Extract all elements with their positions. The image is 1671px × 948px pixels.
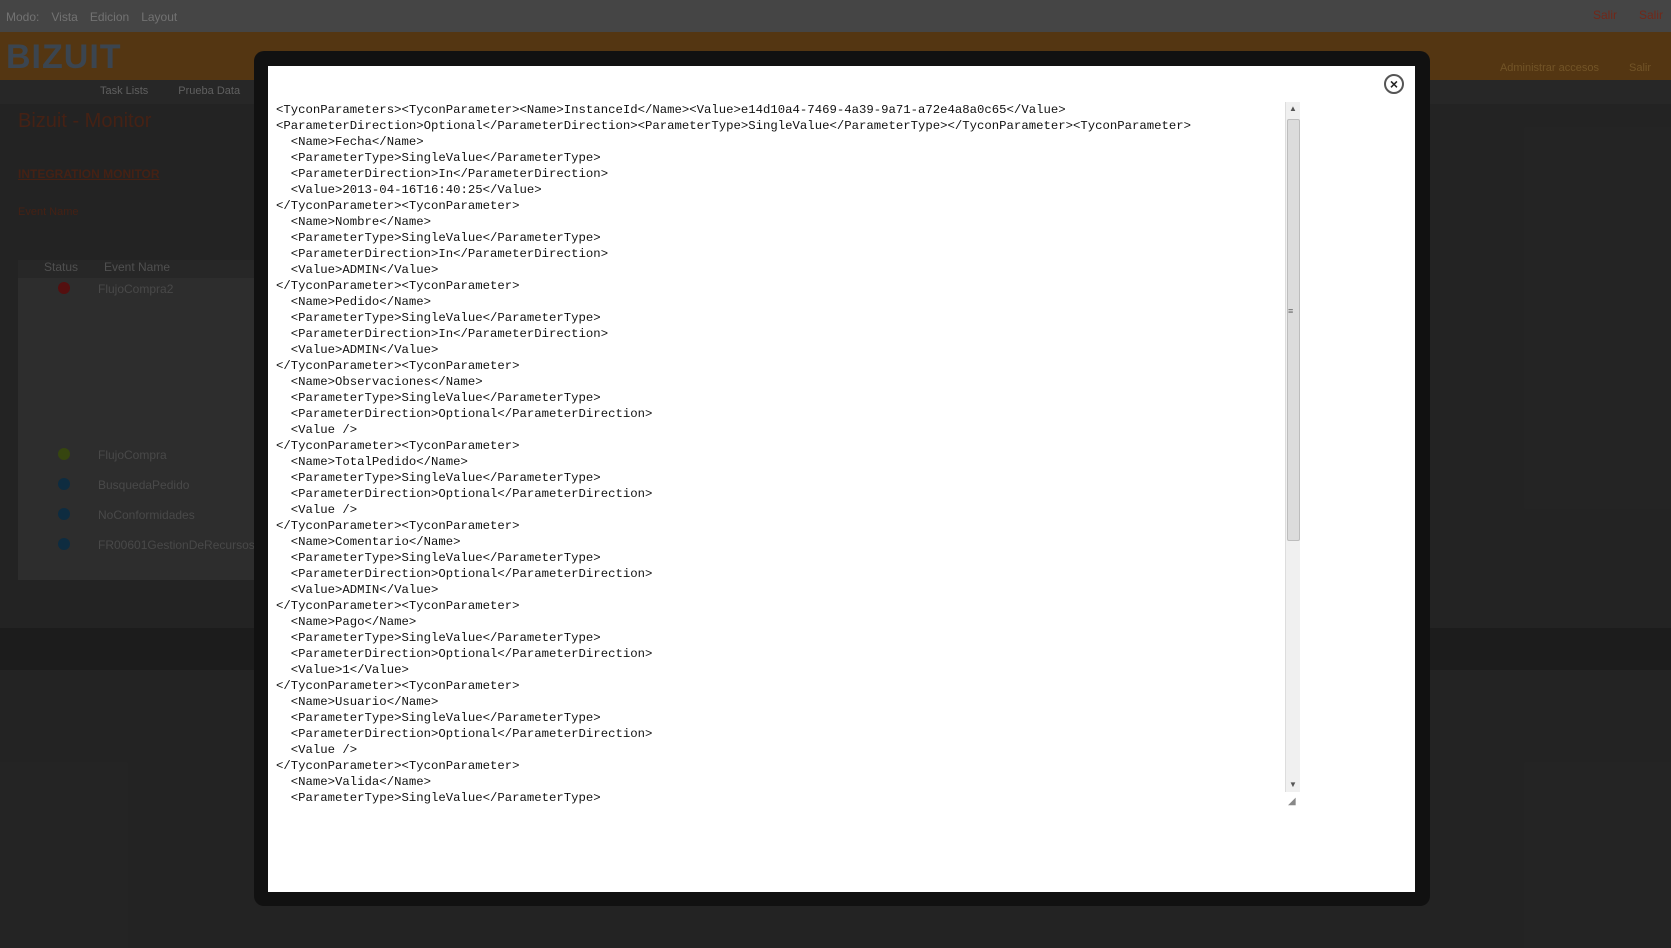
scroll-up-arrow-icon[interactable]: ▲ (1286, 102, 1300, 116)
xml-content: <TyconParameters><TyconParameter><Name>I… (276, 103, 1192, 805)
scroll-down-arrow-icon[interactable]: ▼ (1286, 778, 1300, 792)
resize-grip-icon[interactable]: ◢ (1288, 796, 1300, 808)
scrollbar-thumb[interactable] (1287, 119, 1300, 541)
close-button[interactable]: × (1384, 74, 1404, 94)
xml-textarea[interactable]: <TyconParameters><TyconParameter><Name>I… (276, 102, 1288, 808)
scrollbar-grip-icon: ≡ (1288, 306, 1294, 316)
vertical-scrollbar[interactable]: ▲ ≡ ▼ (1285, 102, 1300, 792)
